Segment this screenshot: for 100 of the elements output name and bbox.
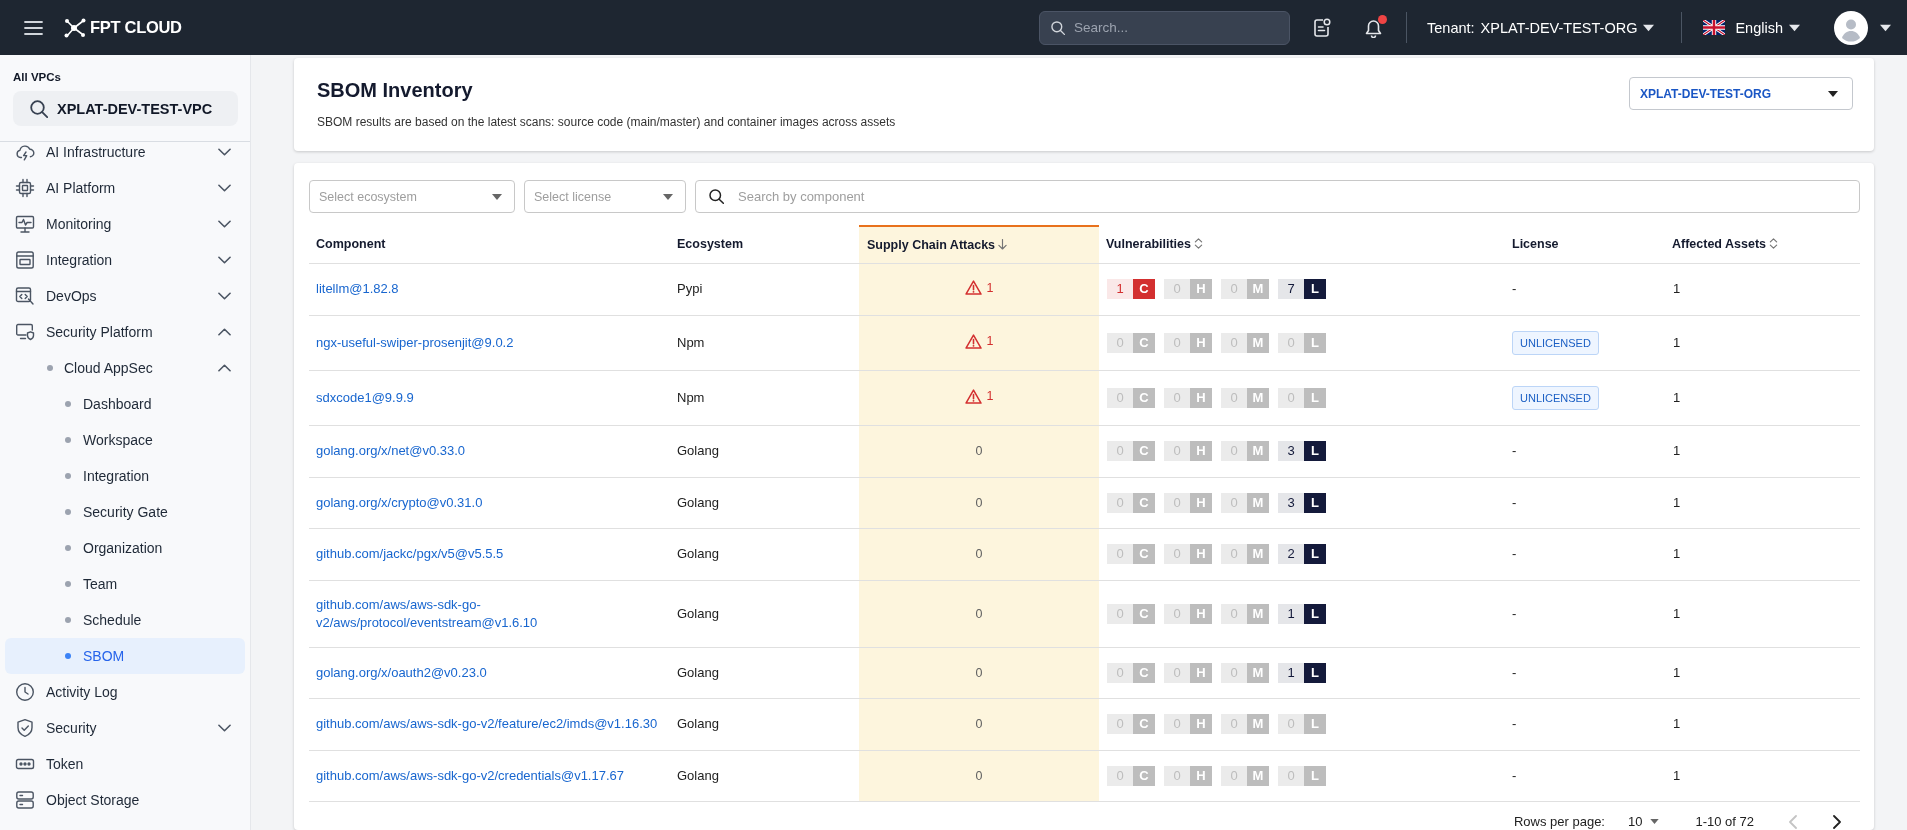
component-link[interactable]: golang.org/x/crypto@v0.31.0 — [316, 493, 483, 512]
rows-per-page-select[interactable]: 10 — [1628, 814, 1660, 829]
sort-icon[interactable] — [1769, 238, 1778, 250]
language-selector[interactable]: English — [1703, 19, 1800, 36]
vulnerability-count: 1 — [1278, 603, 1304, 624]
chevron-down-icon[interactable] — [218, 148, 231, 156]
search-icon — [709, 189, 724, 204]
component-link[interactable]: github.com/aws/aws-sdk-go-v2/feature/ec2/imds@v1.16.30 — [316, 715, 658, 734]
license-badge: UNLICENSED — [1512, 386, 1599, 410]
nav-item[interactable]: Object Storage — [5, 782, 245, 818]
bell-icon[interactable] — [1364, 17, 1383, 38]
chevron-up-icon[interactable] — [218, 328, 231, 336]
caret-icon[interactable] — [1880, 23, 1891, 32]
severity-letter: M — [1247, 714, 1269, 735]
nav-item[interactable]: Security Platform — [5, 314, 245, 350]
severity-letter: L — [1304, 441, 1326, 462]
nav-item[interactable]: Schedule — [5, 602, 245, 638]
component-link[interactable]: github.com/aws/aws-sdk-go-v2/aws/protocol/eventstream@v1.6.10 — [316, 595, 670, 632]
bullet-icon — [65, 581, 71, 587]
nav-item[interactable]: Dashboard — [5, 386, 245, 422]
chevron-down-icon[interactable] — [218, 184, 231, 192]
search-field[interactable]: Search... — [1039, 10, 1290, 45]
column-header[interactable]: Supply Chain Attacks — [859, 226, 1099, 263]
chevron-down-icon[interactable] — [218, 220, 231, 228]
rows-per-page-label: Rows per page: — [1513, 814, 1605, 829]
avatar-icon[interactable] — [1834, 10, 1868, 45]
bullet-icon — [65, 653, 71, 659]
bullet-icon — [65, 437, 71, 443]
severity-letter: C — [1133, 333, 1155, 353]
vulnerability-count: 2 — [1278, 544, 1304, 565]
severity-letter: L — [1304, 333, 1326, 353]
nav-item[interactable]: Activity Log — [5, 674, 245, 710]
caret-icon[interactable] — [1789, 23, 1800, 32]
chevron-down-icon[interactable] — [218, 256, 231, 264]
column-header[interactable]: Vulnerabilities — [1099, 226, 1505, 263]
attack-count: 0 — [975, 547, 983, 562]
severity-letter: M — [1247, 765, 1269, 786]
chevron-down-icon[interactable] — [218, 292, 231, 300]
nav-item[interactable]: SBOM — [5, 638, 245, 674]
severity-letter: H — [1190, 333, 1212, 353]
bullet-icon — [65, 545, 71, 551]
nav-item[interactable]: Integration — [5, 242, 245, 278]
caret-icon[interactable] — [1643, 23, 1655, 32]
nav-item[interactable]: AI Infrastructure — [5, 142, 245, 170]
affected-assets-count: 1 — [1673, 494, 1681, 510]
nav-item[interactable]: Team — [5, 566, 245, 602]
nav-item[interactable]: Integration — [5, 458, 245, 494]
component-link[interactable]: litellm@1.82.8 — [316, 280, 399, 299]
nav-item[interactable]: Workspace — [5, 422, 245, 458]
nav-item[interactable]: DevOps — [5, 278, 245, 314]
license-text: - — [1512, 664, 1517, 680]
nav-item[interactable]: Security — [5, 710, 245, 746]
component-search-field[interactable]: Search by component — [695, 180, 1860, 213]
severity-letter: C — [1133, 279, 1155, 300]
document-icon[interactable] — [1313, 17, 1331, 38]
license-text: - — [1512, 546, 1517, 562]
ecosystem-name: Golang — [677, 767, 719, 783]
ecosystem-name: Npm — [677, 390, 705, 405]
chevron-up-icon[interactable] — [218, 364, 231, 372]
column-header[interactable]: Affected Assets — [1665, 226, 1860, 263]
nav-item[interactable]: Organization — [5, 530, 245, 566]
component-link[interactable]: golang.org/x/oauth2@v0.23.0 — [316, 663, 487, 682]
logo-icon — [64, 17, 86, 38]
vulnerability-count: 3 — [1278, 492, 1304, 513]
tenant-selector[interactable]: Tenant: XPLAT-DEV-TEST-ORG — [1427, 19, 1655, 36]
nav-item[interactable]: Cloud AppSec — [5, 350, 245, 386]
attack-count: 1 — [986, 333, 994, 351]
severity-letter: C — [1133, 662, 1155, 683]
severity-letter: H — [1190, 765, 1212, 786]
caret-icon[interactable] — [1828, 90, 1838, 97]
component-link[interactable]: golang.org/x/net@v0.33.0 — [316, 442, 466, 461]
chevron-down-icon[interactable] — [218, 724, 231, 732]
nav-item[interactable]: Monitoring — [5, 206, 245, 242]
severity-letter: H — [1190, 492, 1212, 513]
clock-icon — [15, 682, 35, 702]
license-text: - — [1512, 716, 1517, 732]
component-link[interactable]: ngx-useful-swiper-prosenjit@9.0.2 — [316, 334, 514, 352]
nav-item[interactable]: Token — [5, 746, 245, 782]
affected-assets-count: 1 — [1673, 281, 1681, 297]
arrow-down-icon[interactable] — [998, 238, 1008, 250]
severity-letter: M — [1247, 492, 1269, 513]
component-link[interactable]: github.com/aws/aws-sdk-go-v2/credentials@v1.17.67 — [316, 766, 624, 785]
severity-letter: C — [1133, 603, 1155, 624]
organization-select[interactable]: XPLAT-DEV-TEST-ORG — [1629, 77, 1853, 110]
severity-letter: M — [1247, 441, 1269, 462]
cloud-bolt-icon — [15, 142, 35, 162]
component-link[interactable]: github.com/jackc/pgx/v5@v5.5.5 — [316, 545, 504, 564]
column-header: License — [1505, 226, 1665, 263]
vpc-search-field[interactable]: XPLAT-DEV-TEST-VPC — [13, 91, 238, 126]
vulnerability-count: 1 — [1107, 279, 1133, 300]
nav-item[interactable]: AI Platform — [5, 170, 245, 206]
attack-count: 0 — [975, 444, 983, 459]
chevron-right-icon[interactable] — [1833, 814, 1841, 829]
attack-count: 0 — [975, 768, 983, 783]
component-link[interactable]: sdxcode1@9.9.9 — [316, 389, 414, 407]
ecosystem-name: Golang — [677, 443, 719, 459]
attack-count: 0 — [975, 495, 983, 510]
nav-item[interactable]: Security Gate — [5, 494, 245, 530]
menu-icon[interactable] — [24, 20, 43, 35]
sort-icon[interactable] — [1194, 238, 1203, 250]
